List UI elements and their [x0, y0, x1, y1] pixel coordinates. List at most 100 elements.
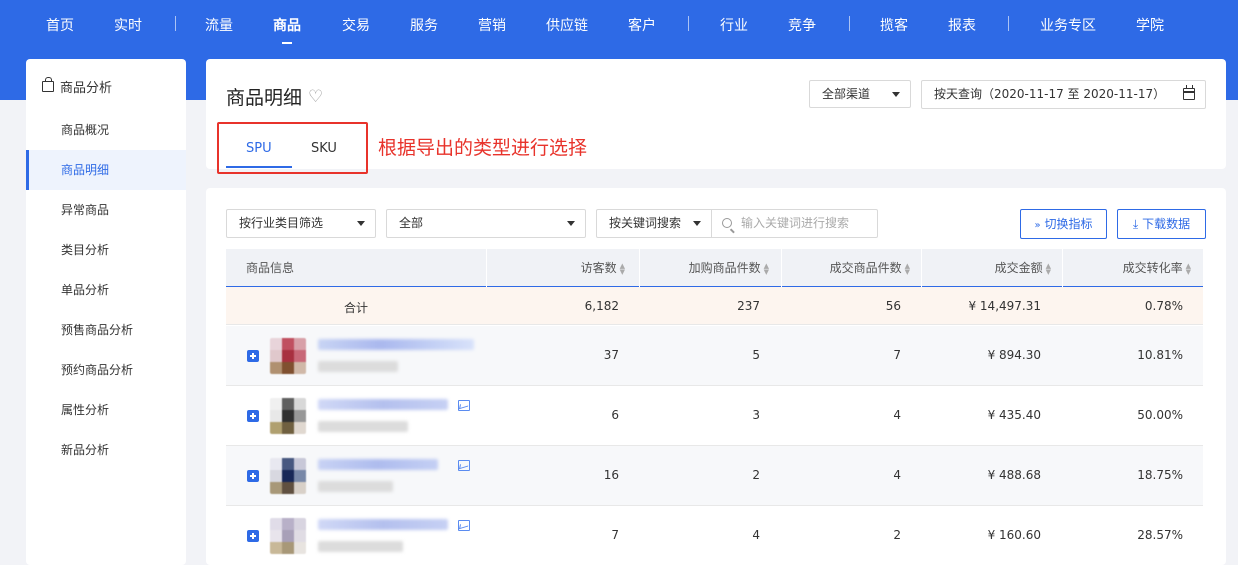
search-placeholder: 输入关键词进行搜索: [741, 216, 850, 230]
top-nav: 首页 实时 流量 商品 交易 服务 营销 供应链 客户 行业 竞争 揽客 报表 …: [0, 0, 1238, 48]
row-rate: 28.57%: [1137, 528, 1183, 542]
sidebar-item-detail[interactable]: 商品明细: [26, 150, 186, 190]
tab-sku[interactable]: SKU: [311, 141, 337, 156]
category-value-select[interactable]: 全部: [386, 209, 586, 238]
sort-icon: ▲ ▼: [619, 261, 625, 276]
category-filter-select[interactable]: 按行业类目筛选: [226, 209, 376, 238]
row-cart: 3: [752, 408, 760, 422]
product-thumbnail[interactable]: [270, 398, 306, 434]
nav-traffic[interactable]: 流量: [205, 15, 233, 35]
col-sold-items[interactable]: 成交商品件数 ▲ ▼: [830, 249, 910, 287]
product-thumbnail[interactable]: [270, 518, 306, 554]
sort-icon: ▲ ▼: [904, 261, 910, 276]
product-subtitle-blurred: [318, 481, 393, 492]
product-thumbnail[interactable]: [270, 458, 306, 494]
col-divider: [1062, 249, 1063, 287]
sidebar-item-overview[interactable]: 商品概况: [26, 110, 186, 150]
nav-trade[interactable]: 交易: [342, 15, 370, 35]
nav-products[interactable]: 商品: [273, 15, 301, 35]
sidebar-item-presale[interactable]: 预售商品分析: [26, 310, 186, 350]
col-conversion[interactable]: 成交转化率 ▲ ▼: [1123, 249, 1191, 287]
col-cart-label: 加购商品件数: [688, 261, 761, 275]
keyword-search-select[interactable]: 按关键词搜索: [596, 209, 712, 238]
row-amount: ¥ 435.40: [987, 408, 1041, 422]
trend-chart-icon[interactable]: [458, 520, 470, 531]
product-thumbnail[interactable]: [270, 338, 306, 374]
nav-separator: [688, 16, 689, 31]
channel-select-value: 全部渠道: [822, 87, 871, 101]
nav-lanke[interactable]: 揽客: [880, 15, 908, 35]
expand-plus-icon[interactable]: [247, 410, 259, 422]
col-visitors[interactable]: 访客数 ▲ ▼: [581, 249, 625, 287]
nav-customers[interactable]: 客户: [628, 15, 656, 35]
sidebar-item-category[interactable]: 类目分析: [26, 230, 186, 270]
sidebar-item-abnormal[interactable]: 异常商品: [26, 190, 186, 230]
channel-select[interactable]: 全部渠道: [809, 80, 911, 108]
nav-academy[interactable]: 学院: [1136, 15, 1164, 35]
trend-chart-icon[interactable]: [458, 460, 470, 471]
total-cart: 237: [737, 299, 760, 313]
tab-spu[interactable]: SPU: [246, 141, 272, 156]
col-amount-label: 成交金额: [994, 261, 1043, 275]
product-title-blurred: [318, 459, 438, 470]
sidebar-item-reservation[interactable]: 预约商品分析: [26, 350, 186, 390]
caret-down-icon: [892, 92, 900, 97]
row-rate: 10.81%: [1137, 348, 1183, 362]
category-value: 全部: [399, 216, 424, 230]
search-icon: [722, 218, 732, 228]
sort-icon: ▲ ▼: [1185, 261, 1191, 276]
nav-industry[interactable]: 行业: [720, 15, 748, 35]
row-cart: 2: [752, 468, 760, 482]
row-cart: 4: [752, 528, 760, 542]
heart-icon[interactable]: ♡: [308, 87, 323, 107]
table-row: 37 5 7 ¥ 894.30 10.81%: [226, 326, 1203, 386]
nav-business-zone[interactable]: 业务专区: [1040, 15, 1096, 35]
expand-plus-icon[interactable]: [247, 530, 259, 542]
sidebar-item-new[interactable]: 新品分析: [26, 430, 186, 470]
search-input[interactable]: 输入关键词进行搜索: [711, 209, 878, 238]
sidebar-item-attribute[interactable]: 属性分析: [26, 390, 186, 430]
nav-separator: [175, 16, 176, 31]
expand-plus-icon[interactable]: [247, 470, 259, 482]
main-card: 按行业类目筛选 全部 按关键词搜索 输入关键词进行搜索 »︎ 切换指标 ⤓ 下载…: [206, 188, 1226, 565]
trend-chart-icon[interactable]: [458, 400, 470, 411]
sidebar: 商品分析 商品概况 商品明细 异常商品 类目分析 单品分析 预售商品分析 预约商…: [26, 59, 186, 565]
row-visitors: 7: [611, 528, 619, 542]
expand-plus-icon[interactable]: [247, 350, 259, 362]
caret-down-icon: [693, 221, 701, 226]
row-visitors: 6: [611, 408, 619, 422]
product-subtitle-blurred: [318, 421, 408, 432]
category-filter-value: 按行业类目筛选: [239, 216, 324, 230]
shopping-bag-icon: [42, 77, 54, 92]
date-range-picker[interactable]: 按天查询（2020-11-17 至 2020-11-17）: [921, 80, 1206, 109]
col-conversion-label: 成交转化率: [1122, 261, 1183, 275]
nav-supply-chain[interactable]: 供应链: [546, 15, 588, 35]
product-title-blurred: [318, 399, 448, 410]
sidebar-item-single[interactable]: 单品分析: [26, 270, 186, 310]
total-rate: 0.78%: [1144, 299, 1183, 313]
annotation-text: 根据导出的类型进行选择: [378, 137, 588, 159]
product-subtitle-blurred: [318, 541, 403, 552]
nav-home[interactable]: 首页: [46, 15, 74, 35]
nav-competition[interactable]: 竞争: [788, 15, 816, 35]
row-visitors: 37: [603, 348, 619, 362]
nav-service[interactable]: 服务: [410, 15, 438, 35]
nav-realtime[interactable]: 实时: [114, 15, 142, 35]
product-subtitle-blurred: [318, 361, 398, 372]
double-chevron-down-icon: »︎: [1034, 220, 1041, 231]
download-button[interactable]: ⤓ 下载数据: [1117, 209, 1206, 239]
col-amount[interactable]: 成交金额 ▲ ▼: [995, 249, 1051, 287]
product-title-blurred: [318, 339, 474, 350]
sort-icon: ▲ ▼: [763, 261, 769, 276]
col-divider: [486, 249, 487, 287]
total-sold: 56: [885, 299, 901, 313]
table-row: 7 4 2 ¥ 160.60 28.57%: [226, 506, 1203, 565]
calendar-icon: [1183, 85, 1195, 100]
col-divider: [921, 249, 922, 287]
col-visitors-label: 访客数: [580, 261, 617, 275]
nav-reports[interactable]: 报表: [948, 15, 976, 35]
col-cart-items[interactable]: 加购商品件数 ▲ ▼: [689, 249, 769, 287]
nav-marketing[interactable]: 营销: [478, 15, 506, 35]
switch-metrics-button[interactable]: »︎ 切换指标: [1020, 209, 1107, 239]
caret-down-icon: [567, 221, 575, 226]
